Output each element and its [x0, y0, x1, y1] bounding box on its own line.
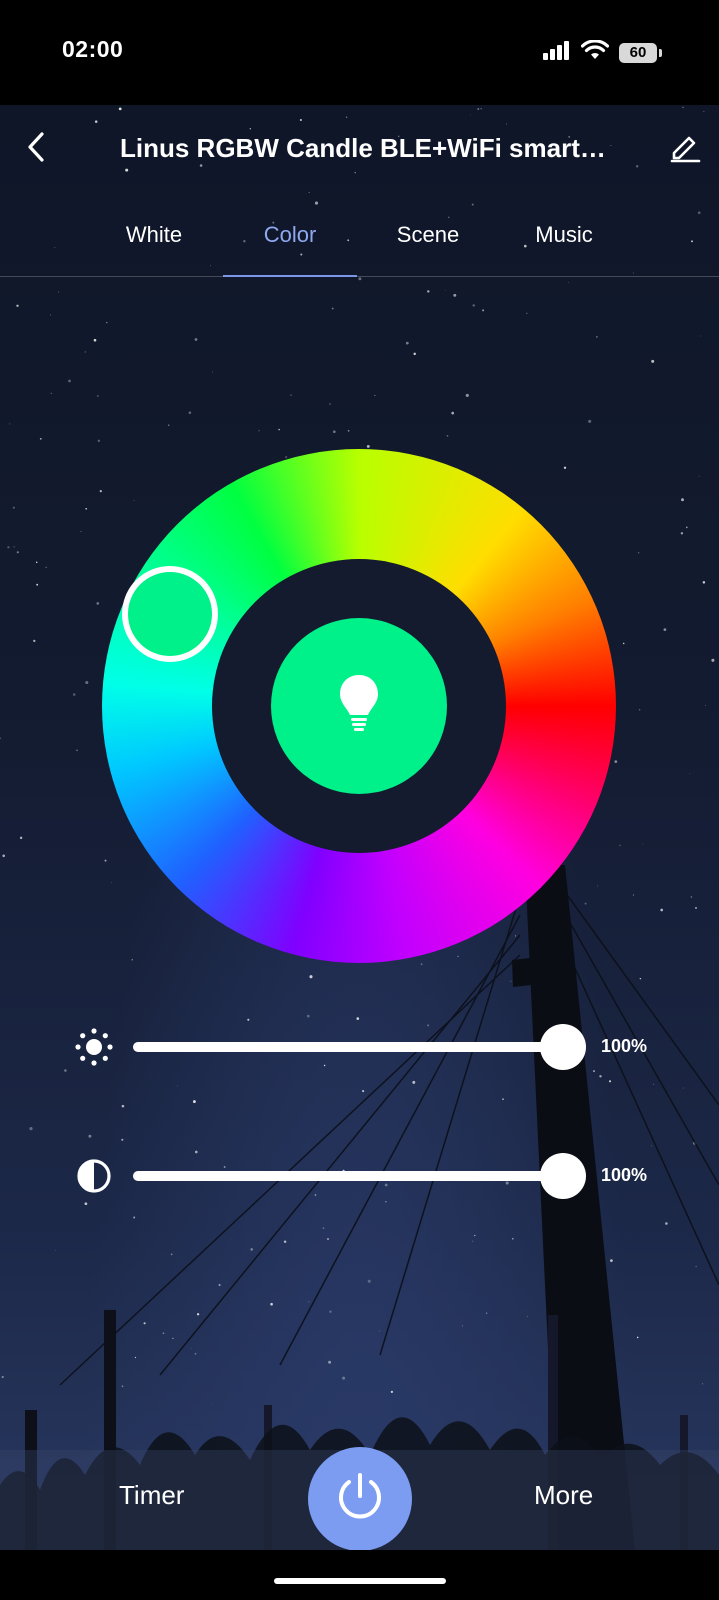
- status-bar: 02:00 60: [0, 0, 719, 105]
- status-time: 02:00: [62, 36, 124, 62]
- timer-button[interactable]: Timer: [119, 1480, 184, 1511]
- navigation-bar: [0, 1550, 719, 1600]
- chevron-left-icon: [26, 131, 46, 168]
- tab-scene[interactable]: Scene: [361, 210, 495, 276]
- tab-music[interactable]: Music: [497, 210, 631, 276]
- more-button[interactable]: More: [534, 1480, 593, 1511]
- color-wheel-container: [102, 449, 616, 963]
- app-content: Linus RGBW Candle BLE+WiFi smart… White …: [0, 105, 719, 1600]
- tab-color[interactable]: Color: [223, 210, 357, 277]
- power-icon: [333, 1470, 387, 1529]
- tab-white[interactable]: White: [87, 210, 221, 276]
- brightness-slider-thumb[interactable]: [540, 1024, 586, 1070]
- bottom-bar: Timer More: [0, 1447, 719, 1551]
- contrast-icon: [74, 1156, 114, 1196]
- battery-indicator: 60: [619, 42, 662, 63]
- selected-color-preview: [271, 618, 447, 794]
- color-picker-handle[interactable]: [122, 566, 218, 662]
- brightness-value: 100%: [601, 1036, 648, 1056]
- sun-icon: [74, 1027, 114, 1067]
- signal-icon: [543, 40, 571, 65]
- mode-tabs: White Color Scene Music: [0, 210, 719, 277]
- bulb-icon: [337, 673, 381, 740]
- pencil-icon: [669, 131, 701, 168]
- saturation-slider-row: 100%: [0, 1150, 719, 1200]
- page-title: Linus RGBW Candle BLE+WiFi smart…: [120, 133, 606, 163]
- saturation-slider-fill: [133, 1171, 563, 1181]
- brightness-slider-row: 100%: [0, 1021, 719, 1071]
- status-icons: 60: [543, 39, 662, 65]
- brightness-slider-fill: [133, 1042, 563, 1052]
- saturation-value: 100%: [601, 1165, 648, 1185]
- device-control-screen: 02:00 60 Linus RGBW Candle BLE+WiFi smar…: [0, 0, 719, 1600]
- brightness-slider[interactable]: [133, 1024, 586, 1070]
- home-indicator[interactable]: [274, 1578, 446, 1584]
- saturation-slider-thumb[interactable]: [540, 1153, 586, 1199]
- power-button[interactable]: [308, 1447, 412, 1551]
- saturation-slider[interactable]: [133, 1153, 586, 1199]
- wifi-icon: [580, 39, 610, 65]
- edit-button[interactable]: [665, 129, 705, 169]
- back-button[interactable]: [18, 127, 54, 171]
- header: Linus RGBW Candle BLE+WiFi smart…: [0, 105, 719, 195]
